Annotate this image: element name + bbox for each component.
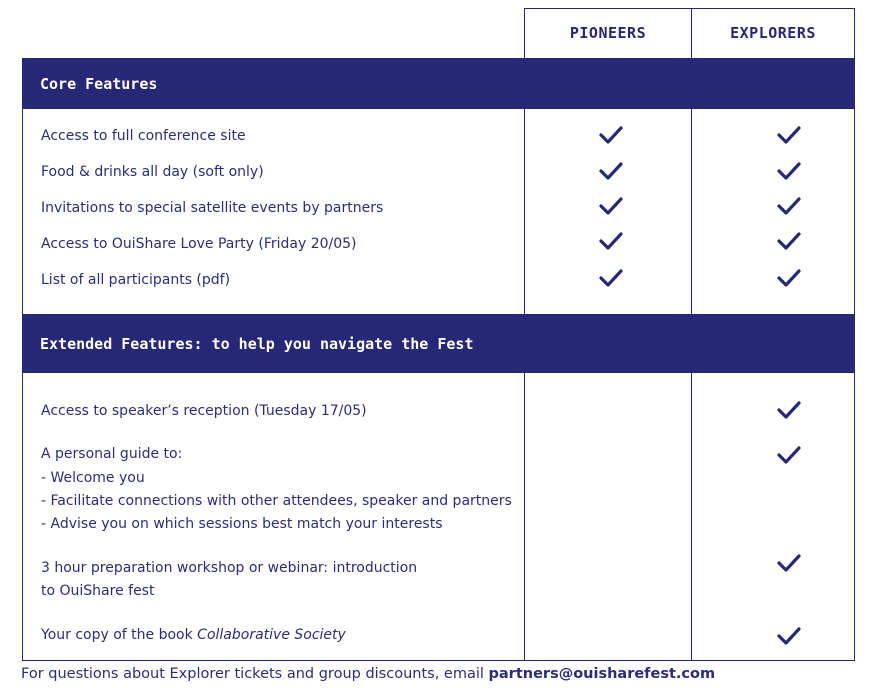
feature-book: Your copy of the book Collaborative Soci…	[41, 624, 346, 647]
footer-text: For questions about Explorer tickets and…	[21, 666, 489, 682]
feature-guide-sessions: - Advise you on which sessions best matc…	[41, 516, 443, 532]
check-icon	[776, 196, 802, 216]
feature-participants-list: List of all participants (pdf)	[41, 272, 231, 288]
section-title-core: Core Features	[40, 74, 158, 93]
check-icon	[776, 400, 802, 420]
check-icon	[598, 268, 624, 288]
feature-book-prefix: Your copy of the book	[41, 627, 198, 643]
feature-speakers-reception: Access to speaker’s reception (Tuesday 1…	[41, 403, 367, 419]
feature-satellite-events: Invitations to special satellite events …	[41, 200, 384, 216]
feature-guide-connections: - Facilitate connections with other atte…	[41, 493, 512, 509]
feature-workshop-line2: to OuiShare fest	[41, 583, 155, 599]
check-icon	[598, 125, 624, 145]
footer-email-link[interactable]: partners@ouisharefest.com	[489, 666, 716, 682]
feature-book-title: Collaborative Society	[197, 627, 346, 643]
feature-full-site: Access to full conference site	[41, 128, 246, 144]
feature-love-party: Access to OuiShare Love Party (Friday 20…	[41, 236, 357, 252]
column-header-explorers: EXPLORERS	[730, 24, 816, 42]
check-icon	[598, 231, 624, 251]
check-icon	[776, 161, 802, 181]
feature-guide-welcome: - Welcome you	[41, 470, 145, 486]
section-title-extended: Extended Features: to help you navigate …	[40, 334, 474, 353]
check-icon	[776, 626, 802, 646]
check-icon	[598, 196, 624, 216]
feature-guide-title: A personal guide to:	[41, 446, 183, 462]
column-header-pioneers: PIONEERS	[569, 24, 647, 42]
check-icon	[776, 445, 802, 465]
check-icon	[598, 161, 624, 181]
feature-workshop-line1: 3 hour preparation workshop or webinar: …	[41, 560, 418, 576]
check-icon	[776, 268, 802, 288]
check-icon	[776, 125, 802, 145]
check-icon	[776, 553, 802, 573]
check-icon	[776, 231, 802, 251]
feature-food-drinks: Food & drinks all day (soft only)	[41, 164, 264, 180]
footer-note: For questions about Explorer tickets and…	[21, 666, 715, 682]
